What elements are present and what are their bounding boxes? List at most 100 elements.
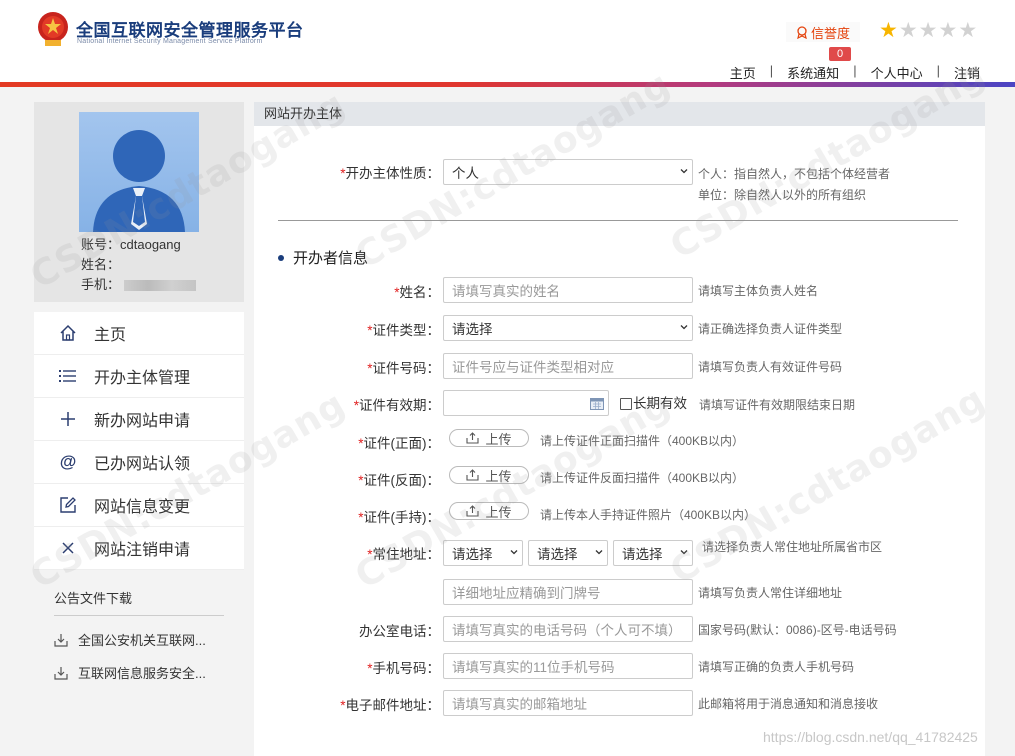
panel-title: 网站开办主体 xyxy=(254,102,985,126)
credit-rating-link[interactable]: 信誉度 xyxy=(786,22,861,42)
download-item[interactable]: 全国公安机关互联网... xyxy=(54,630,244,649)
main-panel: 网站开办主体 *开办主体性质： 个人 个人：指自然人，不包括个体经营者 单位：除… xyxy=(254,102,985,756)
subject-type-value: 个人 xyxy=(452,166,479,181)
upload-icon xyxy=(466,469,480,481)
mobile-input[interactable]: 请填写真实的11位手机号码 xyxy=(443,653,693,679)
download-item[interactable]: 互联网信息服务安全... xyxy=(54,663,244,682)
menu-item-claim-site[interactable]: @ 已办网站认领 xyxy=(34,441,244,484)
email-input[interactable]: 请填写真实的邮箱地址 xyxy=(443,690,693,716)
address-label: *常住地址： xyxy=(367,547,440,562)
address-detail-hint: 请填写负责人常住详细地址 xyxy=(698,586,843,600)
address-hint: 请选择负责人常住地址所属省市区 xyxy=(702,540,883,554)
notification-badge: 0 xyxy=(829,47,851,61)
menu-item-label: 新办网站申请 xyxy=(94,413,191,430)
id-type-hint: 请正确选择负责人证件类型 xyxy=(698,322,843,336)
header-color-bar xyxy=(0,82,1015,87)
download-icon xyxy=(54,633,68,647)
id-back-label: *证件(反面)： xyxy=(358,473,440,488)
mobile-label: *手机号码： xyxy=(367,661,440,676)
id-hold-label: *证件(手持)： xyxy=(358,510,440,525)
plus-icon xyxy=(56,407,80,431)
calendar-icon[interactable] xyxy=(590,397,604,410)
email-label: *电子邮件地址： xyxy=(340,698,440,713)
download-icon xyxy=(54,666,68,680)
id-hold-upload-button[interactable]: 上传 xyxy=(449,502,529,520)
id-hold-hint: 请上传本人手持证件照片（400KB以内） xyxy=(540,508,757,522)
id-type-select[interactable]: 请选择 xyxy=(443,315,693,341)
account-row: 账号：cdtaogang xyxy=(81,234,181,253)
subject-type-select[interactable]: 个人 xyxy=(443,159,693,185)
footer-watermark: https://blog.csdn.net/qq_41782425 xyxy=(763,729,978,745)
star-empty-icon: ★ xyxy=(938,19,958,42)
section-title: 开办者信息 xyxy=(278,247,368,268)
id-front-upload-button[interactable]: 上传 xyxy=(449,429,529,447)
id-validity-hint: 请填写证件有效期限结束日期 xyxy=(699,398,856,412)
long-term-checkbox[interactable] xyxy=(620,398,632,410)
id-back-upload-button[interactable]: 上传 xyxy=(449,466,529,484)
menu-item-label: 网站信息变更 xyxy=(94,499,191,516)
close-icon xyxy=(56,536,80,560)
nav-notifications[interactable]: 系统通知 xyxy=(787,63,839,82)
id-front-hint: 请上传证件正面扫描件（400KB以内） xyxy=(540,434,745,448)
award-icon xyxy=(797,25,807,39)
id-front-label: *证件(正面)： xyxy=(358,436,440,451)
upload-icon xyxy=(466,432,480,444)
menu-item-label: 开办主体管理 xyxy=(94,370,191,387)
city-select[interactable]: 请选择 xyxy=(528,540,608,566)
list-icon xyxy=(56,364,80,388)
menu-item-label: 已办网站认领 xyxy=(94,456,191,473)
user-silhouette-icon xyxy=(93,130,185,232)
phone-label: 手机： xyxy=(81,277,121,292)
id-number-input[interactable]: 证件号应与证件类型相对应 xyxy=(443,353,693,379)
id-back-hint: 请上传证件反面扫描件（400KB以内） xyxy=(540,471,745,485)
top-nav: 主页 | 系统通知 | 个人中心 | 注销 xyxy=(730,63,980,82)
address-detail-input[interactable]: 详细地址应精确到门牌号 xyxy=(443,579,693,605)
chevron-down-icon xyxy=(680,550,688,555)
province-select[interactable]: 请选择 xyxy=(443,540,523,566)
nav-home[interactable]: 主页 xyxy=(730,63,756,82)
rating-stars: ★ ★ ★ ★ ★ xyxy=(879,20,977,42)
edit-icon xyxy=(56,493,80,517)
divider xyxy=(278,220,958,221)
download-item-label: 全国公安机关互联网... xyxy=(78,633,206,648)
subject-type-label: *开办主体性质： xyxy=(340,166,440,181)
home-icon xyxy=(56,321,80,345)
id-validity-label: *证件有效期： xyxy=(353,398,440,413)
name-field-label: *姓名： xyxy=(394,285,440,300)
at-icon: @ xyxy=(59,452,77,471)
id-validity-date-input[interactable] xyxy=(443,390,609,416)
account-label: 账号： xyxy=(81,237,121,252)
name-hint: 请填写主体负责人姓名 xyxy=(698,284,819,298)
nav-logout[interactable]: 注销 xyxy=(954,63,980,82)
menu-item-home[interactable]: 主页 xyxy=(34,312,244,355)
name-label: 姓名： xyxy=(81,257,121,272)
menu-item-subject-management[interactable]: 开办主体管理 xyxy=(34,355,244,398)
nav-separator: | xyxy=(853,63,857,78)
sidebar: 账号：cdtaogang 姓名： 手机： 主页 开办主体管理 新办网站申请 @ … xyxy=(34,102,244,682)
email-hint: 此邮箱将用于消息通知和消息接收 xyxy=(698,697,879,711)
chevron-down-icon xyxy=(680,169,688,174)
star-filled-icon: ★ xyxy=(879,19,898,42)
name-input[interactable]: 请填写真实的姓名 xyxy=(443,277,693,303)
nav-separator: | xyxy=(936,63,940,78)
site-subtitle: National Internet Security Management Se… xyxy=(77,38,263,45)
office-phone-label: 办公室电话： xyxy=(359,624,440,639)
id-number-label: *证件号码： xyxy=(367,361,440,376)
nav-separator: | xyxy=(769,63,774,78)
phone-row: 手机： xyxy=(81,274,197,293)
nav-personal-center[interactable]: 个人中心 xyxy=(871,63,923,82)
id-type-label: *证件类型： xyxy=(367,323,440,338)
menu-item-site-change[interactable]: 网站信息变更 xyxy=(34,484,244,527)
menu-item-label: 网站注销申请 xyxy=(94,542,191,559)
subject-type-hint: 单位：除自然人以外的所有组织 xyxy=(698,188,867,202)
upload-icon xyxy=(466,505,480,517)
star-empty-icon: ★ xyxy=(918,19,938,42)
chevron-down-icon xyxy=(680,325,688,330)
star-empty-icon: ★ xyxy=(898,19,918,42)
chevron-down-icon xyxy=(595,550,603,555)
menu-item-site-cancel[interactable]: 网站注销申请 xyxy=(34,527,244,570)
menu-item-new-site[interactable]: 新办网站申请 xyxy=(34,398,244,441)
office-phone-input[interactable]: 请填写真实的电话号码（个人可不填） xyxy=(443,616,693,642)
district-select[interactable]: 请选择 xyxy=(613,540,693,566)
chevron-down-icon xyxy=(510,550,518,555)
